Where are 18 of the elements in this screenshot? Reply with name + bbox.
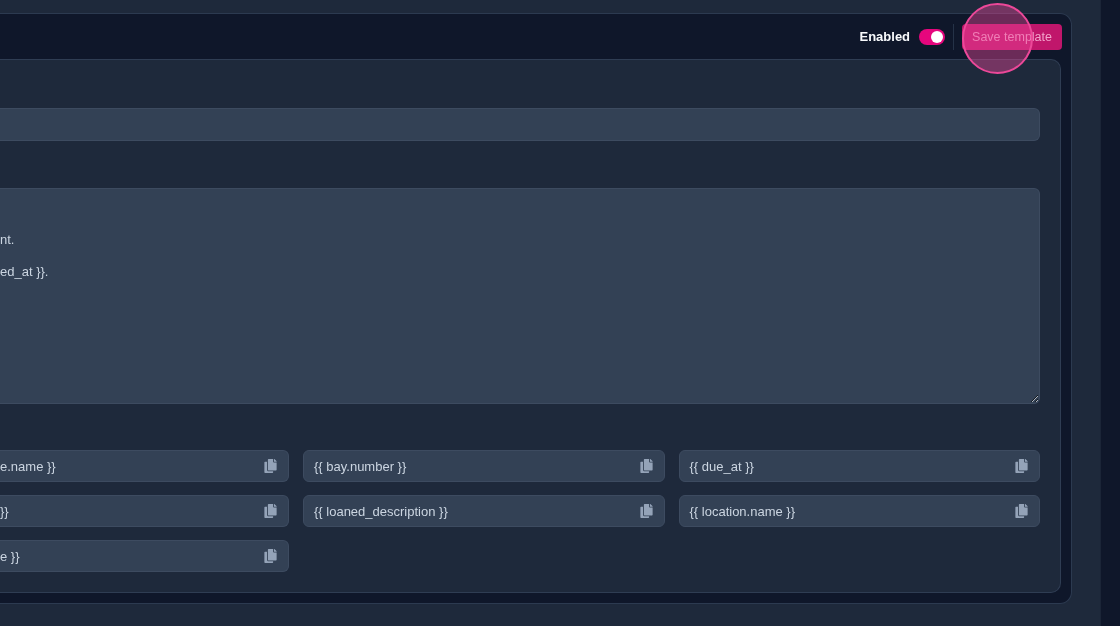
copy-icon[interactable] — [1015, 504, 1028, 518]
variable-name: {{ due_at }} — [689, 458, 754, 474]
copy-icon[interactable] — [264, 459, 277, 473]
variable-name: }} — [0, 503, 9, 519]
variable-name: e }} — [0, 548, 20, 564]
variable-name: e.name }} — [0, 458, 56, 474]
copy-icon[interactable] — [639, 459, 653, 473]
copy-icon[interactable] — [264, 549, 277, 563]
copy-icon[interactable] — [264, 504, 277, 518]
toggle-label: Enabled — [859, 29, 911, 44]
copy-icon[interactable] — [1015, 459, 1028, 473]
input-field[interactable] — [0, 108, 1040, 141]
variable-name: {{ loaned_description }} — [314, 503, 448, 519]
enabled-toggle[interactable] — [919, 28, 946, 45]
variable-name: {{ bay.number }} — [314, 458, 407, 474]
variable-name: {{ location.name }} — [689, 503, 796, 519]
message-field[interactable]: nt. ed_at }}. — [0, 188, 1040, 404]
copy-icon[interactable] — [639, 504, 653, 518]
